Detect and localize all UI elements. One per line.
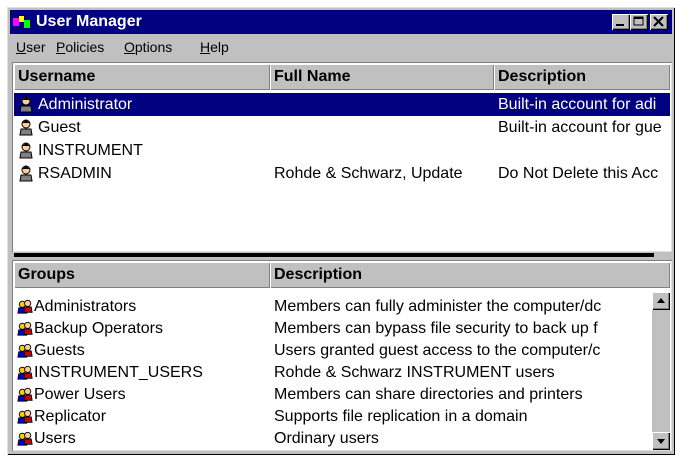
group-name-cell: Replicator: [34, 408, 107, 425]
group-icon: [17, 343, 33, 358]
menu-policies[interactable]: Policies: [56, 39, 104, 55]
groups-scrollbar[interactable]: [652, 292, 670, 450]
user-row[interactable]: Guest Built-in account for gue: [14, 116, 670, 139]
users-list: Username Full Name Description Administr…: [12, 62, 672, 252]
title-bar[interactable]: User Manager: [10, 10, 672, 34]
group-row[interactable]: Guests Users granted guest access to the …: [14, 339, 650, 362]
username-cell: Guest: [38, 119, 81, 136]
group-icon: [17, 321, 33, 336]
user-icon: [19, 165, 33, 182]
group-description-cell: Ordinary users: [274, 430, 379, 447]
arrow-down-icon: [657, 439, 665, 444]
group-row[interactable]: Users Ordinary users: [14, 427, 650, 450]
user-manager-window: User Manager User Policies Options Help …: [7, 7, 675, 455]
groups-list: Groups Description Administrators Members…: [12, 260, 672, 451]
user-row[interactable]: Administrator Built-in account for adi: [14, 93, 670, 116]
group-description-cell: Members can share directories and printe…: [274, 386, 583, 403]
menu-options[interactable]: Options: [124, 39, 172, 55]
user-row[interactable]: INSTRUMENT: [14, 139, 670, 162]
group-name-cell: INSTRUMENT_USERS: [34, 364, 203, 381]
user-row[interactable]: RSADMIN Rohde & Schwarz, Update Do Not Del…: [14, 162, 670, 185]
group-icon: [17, 365, 33, 380]
description-cell: Do Not Delete this Acc: [498, 165, 659, 182]
menu-bar: User Policies Options Help: [10, 36, 672, 58]
group-row[interactable]: Replicator Supports file replication in a…: [14, 405, 650, 428]
maximize-button[interactable]: [630, 14, 648, 30]
description-cell: Built-in account for gue: [498, 119, 662, 136]
menu-help[interactable]: Help: [200, 39, 229, 55]
window-title: User Manager: [36, 13, 142, 30]
group-name-cell: Backup Operators: [34, 320, 163, 337]
group-row[interactable]: Backup Operators Members can bypass file …: [14, 317, 650, 340]
full-name-cell: Rohde & Schwarz, Update: [274, 165, 463, 182]
group-name-cell: Administrators: [34, 298, 137, 315]
user-manager-app-icon: [13, 16, 30, 28]
user-icon: [19, 96, 33, 113]
arrow-up-icon: [657, 298, 665, 303]
group-name-cell: Guests: [34, 342, 85, 359]
minimize-icon: [616, 24, 624, 26]
column-header-description[interactable]: Description: [494, 64, 670, 90]
pane-splitter[interactable]: [12, 252, 672, 260]
group-description-cell: Users granted guest access to the comput…: [274, 342, 601, 359]
group-row[interactable]: INSTRUMENT_USERS Rohde & Schwarz INSTRUME…: [14, 361, 650, 384]
group-row[interactable]: Administrators Members can fully administ…: [14, 295, 650, 318]
group-icon: [17, 299, 33, 314]
group-name-cell: Power Users: [34, 386, 126, 403]
group-name-cell: Users: [34, 430, 76, 447]
group-row[interactable]: Power Users Members can share directories…: [14, 383, 650, 406]
group-icon: [17, 387, 33, 402]
close-button[interactable]: [650, 14, 668, 30]
column-header-group-description[interactable]: Description: [270, 262, 670, 288]
description-cell: Built-in account for adi: [498, 96, 657, 113]
username-cell: Administrator: [38, 96, 133, 113]
column-header-groups[interactable]: Groups: [14, 262, 270, 288]
splitter-bar: [14, 253, 654, 257]
group-icon: [17, 431, 33, 446]
user-icon: [19, 142, 33, 159]
close-icon: [653, 16, 664, 27]
column-header-full-name[interactable]: Full Name: [270, 64, 494, 90]
scroll-down-button[interactable]: [652, 432, 670, 450]
maximize-icon: [633, 16, 644, 26]
user-icon: [19, 119, 33, 136]
minimize-button[interactable]: [612, 14, 630, 30]
menu-user[interactable]: User: [16, 39, 46, 55]
column-header-username[interactable]: Username: [14, 64, 270, 90]
group-description-cell: Supports file replication in a domain: [274, 408, 528, 425]
group-description-cell: Members can bypass file security to back…: [274, 320, 598, 337]
username-cell: INSTRUMENT: [38, 142, 143, 159]
group-icon: [17, 409, 33, 424]
group-description-cell: Rohde & Schwarz INSTRUMENT users: [274, 364, 555, 381]
group-description-cell: Members can fully administer the compute…: [274, 298, 602, 315]
scroll-up-button[interactable]: [652, 292, 670, 310]
username-cell: RSADMIN: [38, 165, 112, 182]
